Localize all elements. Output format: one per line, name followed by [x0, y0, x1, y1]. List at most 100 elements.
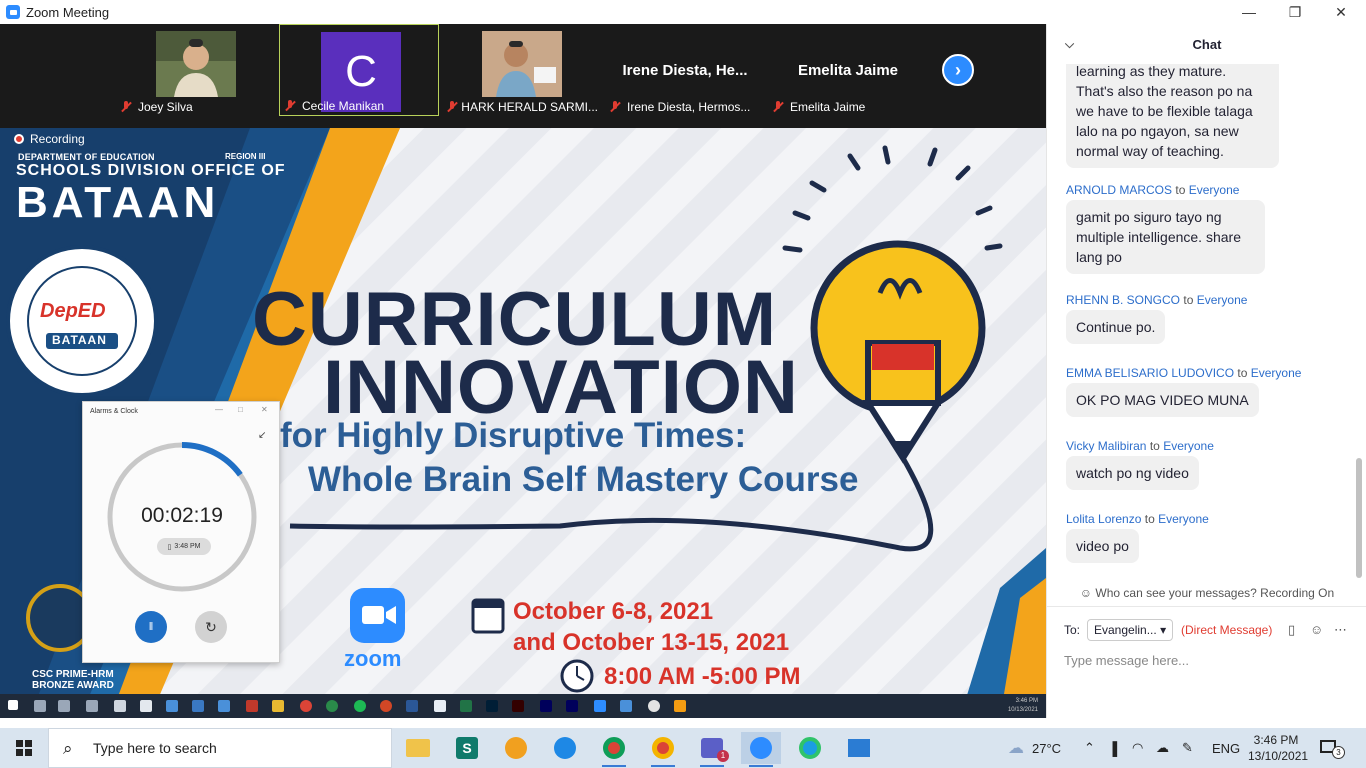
close-icon[interactable]: ✕: [1318, 0, 1364, 24]
participant-name: Joey Silva: [120, 100, 193, 114]
org-line: DEPARTMENT OF EDUCATION: [18, 152, 155, 162]
network-icon[interactable]: ▐: [1108, 728, 1117, 768]
taskbar: ⌕ Type here to search S 1 ☁ 27°C ⌃ ▐ ◠ ☁…: [0, 728, 1366, 768]
next-page-button[interactable]: ›: [942, 54, 974, 86]
taskbar-clock[interactable]: 3:46 PM 13/10/2021: [1248, 732, 1308, 764]
app-icon: [380, 700, 392, 712]
participant-name: Irene Diesta, Hermos...: [609, 100, 750, 114]
chat-scrollbar[interactable]: [1356, 68, 1362, 578]
timer-end-pill: ▯ 3:48 PM: [157, 538, 211, 555]
photos-icon[interactable]: [839, 732, 879, 764]
show-hidden-icons-icon[interactable]: ⌃: [1084, 728, 1095, 768]
chat-header: ⌵ Chat: [1047, 24, 1366, 64]
scrollbar-thumb[interactable]: [1356, 458, 1362, 578]
alarms-clock-window[interactable]: Alarms & Clock — □ ✕ ↙ 00:02:19 ▯ 3:48 PM…: [82, 401, 280, 663]
zoom-icon[interactable]: [741, 732, 781, 767]
participant-tile[interactable]: Joey Silva: [116, 24, 276, 116]
chat-message: learning as they mature. That's also the…: [1066, 64, 1279, 168]
recipient-dropdown[interactable]: Evangelin... ▾: [1087, 619, 1173, 641]
screen: Zoom Meeting — ❐ ✕ Joey Silva C Cecile M…: [0, 0, 1366, 768]
notepad-icon: [140, 700, 152, 712]
chat-message: OK PO MAG VIDEO MUNA: [1066, 383, 1259, 417]
chat-sender[interactable]: ARNOLD MARCOS to Everyone: [1066, 183, 1239, 197]
illustrator-icon: [512, 700, 524, 712]
weather-widget[interactable]: ☁ 27°C: [1008, 728, 1061, 768]
file-explorer-icon[interactable]: [398, 732, 438, 764]
photoshop-icon: [486, 700, 498, 712]
folder-icon: [272, 700, 284, 712]
chat-panel: ⌵ Chat learning as they mature. That's a…: [1046, 24, 1366, 718]
chevron-down-icon: ▾: [1160, 623, 1167, 637]
pause-button[interactable]: ‖: [135, 611, 167, 643]
mic-muted-icon: [284, 100, 296, 112]
chevron-down-icon[interactable]: ⌵: [1065, 37, 1074, 52]
participant-tile-active[interactable]: C Cecile Manikan: [279, 24, 439, 116]
search-icon: ⌕: [63, 739, 73, 758]
chat-sender[interactable]: Vicky Malibiran to Everyone: [1066, 439, 1214, 453]
chrome-icon: [300, 700, 312, 712]
window-title: Zoom Meeting: [26, 4, 110, 20]
chat-message-input[interactable]: [1064, 650, 1354, 670]
teams-icon[interactable]: 1: [692, 732, 732, 767]
zoom-icon: [594, 700, 606, 712]
start-button[interactable]: [0, 728, 48, 768]
settings-icon: [114, 700, 126, 712]
event-date-line2: and October 13-15, 2021: [513, 629, 790, 656]
bell-icon: ▯: [167, 543, 172, 551]
shared-screen: Recording DEPARTMENT OF EDUCATION REGION…: [0, 128, 1046, 718]
shared-taskbar: 3:46 PM 10/13/2021: [0, 694, 1046, 718]
chat-messages: learning as they mature. That's also the…: [1047, 64, 1357, 584]
start-icon: [8, 700, 18, 710]
taskbar-search[interactable]: ⌕ Type here to search: [48, 728, 392, 768]
pen-icon[interactable]: ✎: [1182, 728, 1193, 768]
chrome-icon[interactable]: [643, 732, 683, 767]
brave-icon[interactable]: [496, 732, 536, 764]
sway-icon[interactable]: S: [447, 732, 487, 764]
restore-icon[interactable]: ❐: [1272, 0, 1318, 24]
visibility-notice[interactable]: ☺ Who can see your messages? Recording O…: [1047, 586, 1366, 600]
mic-muted-icon: [609, 101, 621, 113]
participant-photo: [156, 31, 236, 97]
chat-sender[interactable]: EMMA BELISARIO LUDOVICO to Everyone: [1066, 366, 1301, 380]
participant-photo: [482, 31, 562, 97]
video-strip: Joey Silva C Cecile Manikan HARK HERALD …: [0, 24, 1046, 128]
language-indicator[interactable]: ENG: [1212, 728, 1240, 768]
emoji-icon[interactable]: ☺: [1310, 622, 1323, 637]
edge-icon[interactable]: [790, 732, 830, 764]
participant-tile[interactable]: Emelita Jaime Emelita Jaime: [768, 24, 928, 116]
minimize-icon[interactable]: —: [1226, 0, 1272, 24]
onedrive-icon[interactable]: ☁: [1156, 728, 1169, 768]
chat-sender[interactable]: Lolita Lorenzo to Everyone: [1066, 512, 1209, 526]
media-player-icon[interactable]: [545, 732, 585, 764]
shared-clock: 3:46 PM 10/13/2021: [1007, 698, 1038, 713]
cortana-icon: [58, 700, 70, 712]
windows-icon: [16, 740, 32, 756]
chat-title: Chat: [1192, 36, 1222, 52]
task-view-icon: [86, 700, 98, 712]
reset-button[interactable]: ↻: [195, 611, 227, 643]
recording-indicator: Recording: [14, 132, 85, 146]
participant-tile[interactable]: Irene Diesta, He... Irene Diesta, Hermos…: [605, 24, 765, 116]
direct-message-label: (Direct Message): [1181, 623, 1273, 637]
participant-name: Emelita Jaime: [772, 100, 865, 114]
people-icon: ☺: [1079, 586, 1093, 600]
region-label: REGION III: [225, 152, 266, 161]
chat-message: video po: [1066, 529, 1139, 563]
participant-tile[interactable]: HARK HERALD SARMI...: [442, 24, 602, 116]
wifi-icon[interactable]: ◠: [1132, 728, 1143, 768]
notification-center-icon[interactable]: 3: [1320, 738, 1346, 759]
chat-sender[interactable]: RHENN B. SONGCO to Everyone: [1066, 293, 1247, 307]
mic-muted-icon: [772, 101, 784, 113]
more-icon[interactable]: ⋯: [1334, 622, 1347, 638]
mic-muted-icon: [120, 101, 132, 113]
file-icon[interactable]: ▯: [1288, 622, 1295, 638]
to-label: To:: [1064, 623, 1081, 637]
chat-message: gamit po siguro tayo ng multiple intelli…: [1066, 200, 1265, 274]
spotify-icon: [354, 700, 366, 712]
app-icon: [434, 700, 446, 712]
minimize-icon[interactable]: —: [215, 405, 223, 414]
app-icon: [648, 700, 660, 712]
close-icon[interactable]: ✕: [261, 405, 268, 414]
restore-icon[interactable]: □: [238, 405, 243, 414]
chrome-icon[interactable]: [594, 732, 634, 767]
